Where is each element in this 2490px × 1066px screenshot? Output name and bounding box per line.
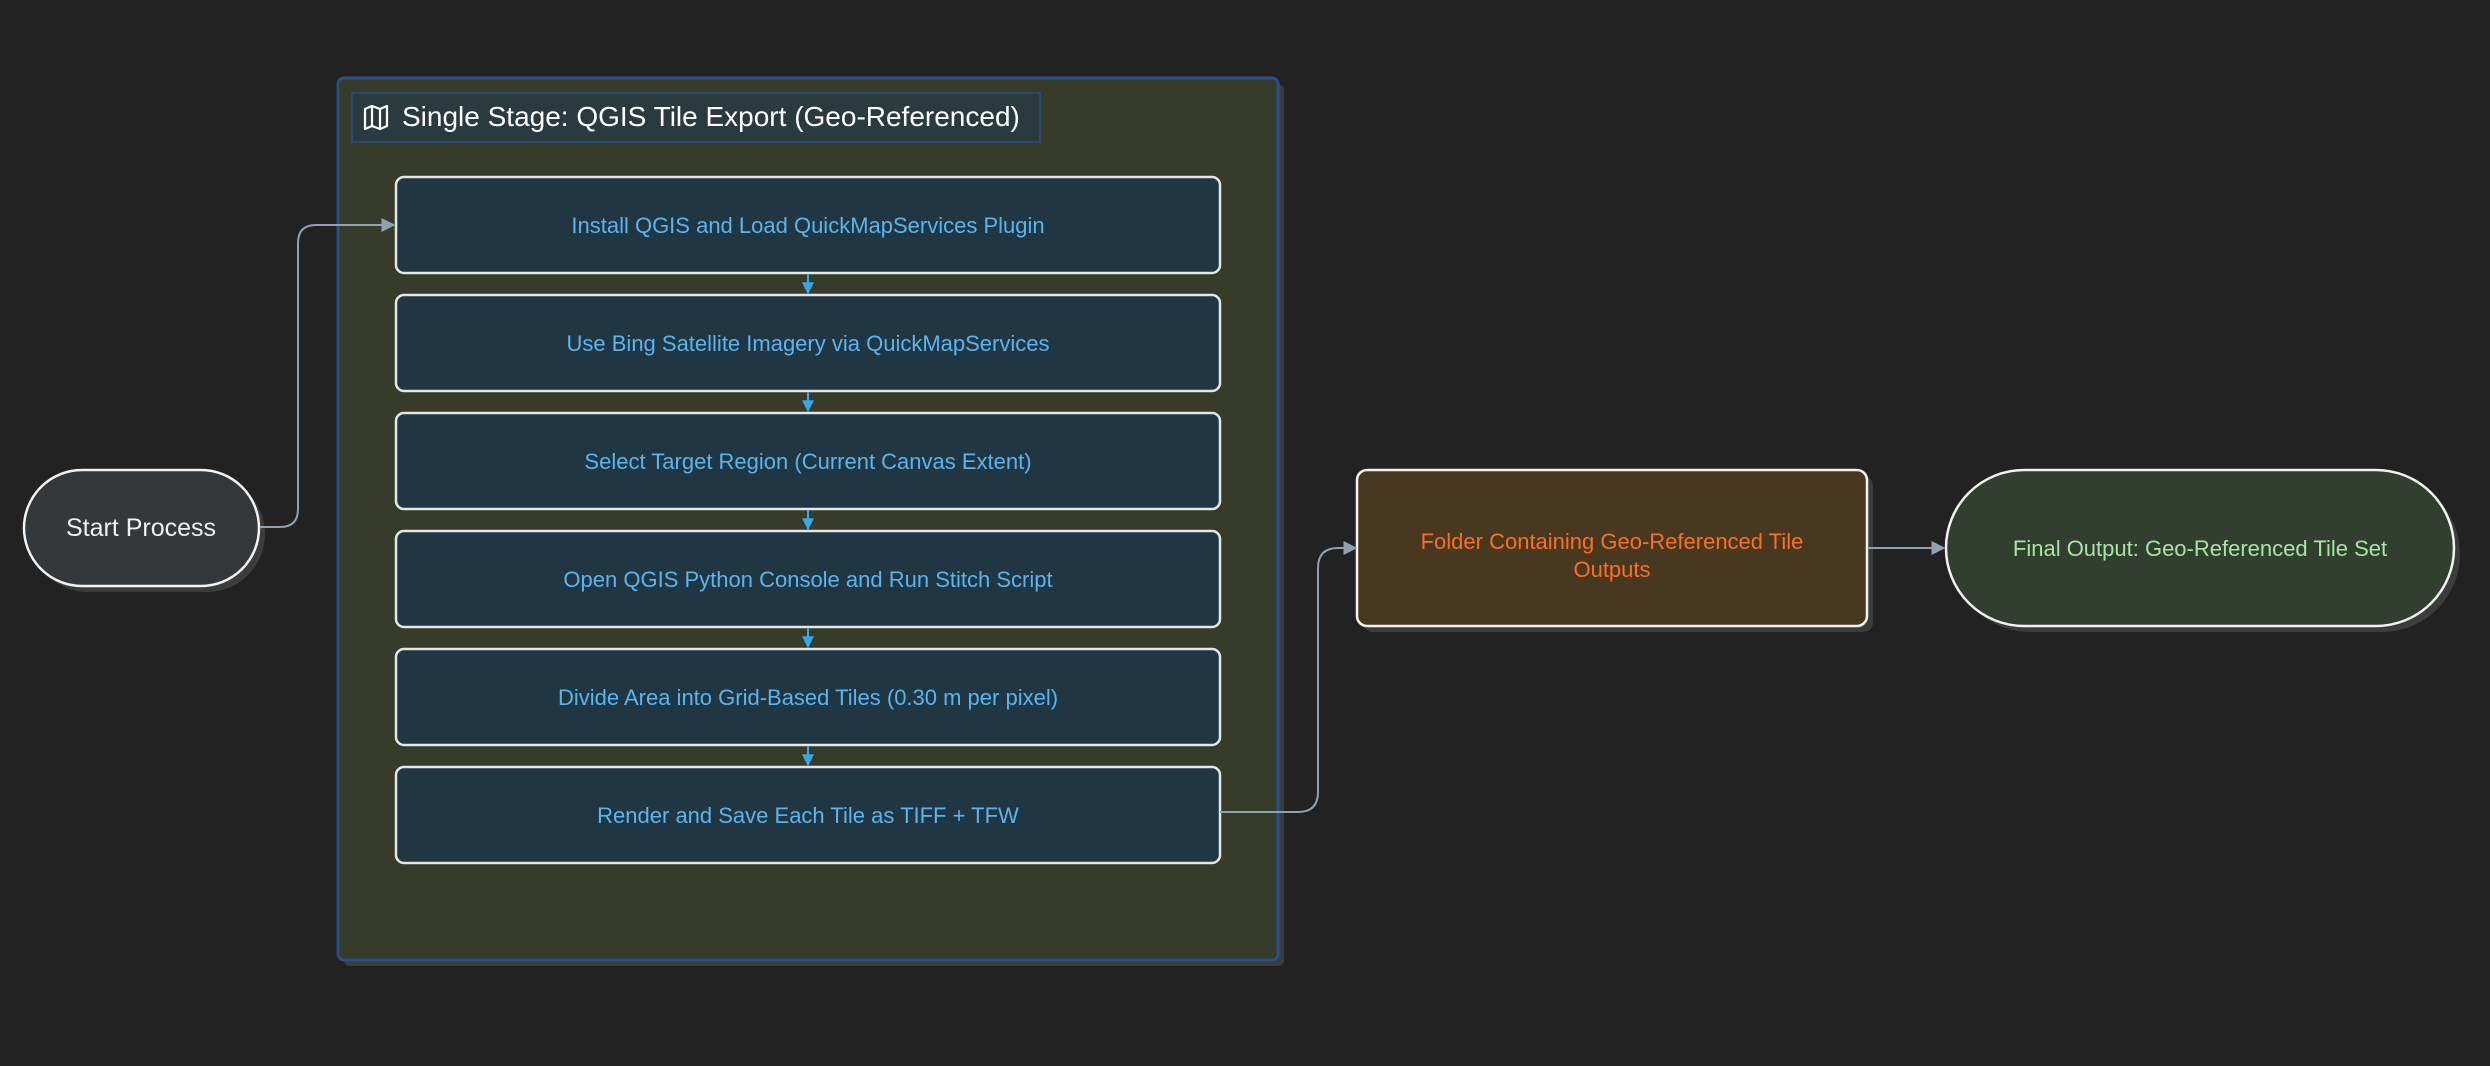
folder-node-label-line2: Outputs	[1573, 557, 1650, 582]
stage-title: Single Stage: QGIS Tile Export (Geo-Refe…	[351, 92, 1041, 143]
step-label-3: Select Target Region (Current Canvas Ext…	[584, 449, 1031, 474]
start-node-label: Start Process	[66, 514, 216, 542]
flowchart-canvas: Single Stage: QGIS Tile Export (Geo-Refe…	[22, 76, 2460, 966]
step-label-2: Use Bing Satellite Imagery via QuickMapS…	[567, 331, 1050, 356]
step-label-1: Install QGIS and Load QuickMapServices P…	[571, 213, 1044, 238]
folder-node-label-line1: Folder Containing Geo-Referenced Tile	[1421, 529, 1804, 554]
step-label-5: Divide Area into Grid-Based Tiles (0.30 …	[558, 685, 1058, 710]
final-output-node[interactable]: Final Output: Geo-Referenced Tile Set	[1944, 468, 2460, 632]
start-node[interactable]: Start Process	[22, 468, 265, 592]
final-output-node-label: Final Output: Geo-Referenced Tile Set	[2013, 536, 2387, 561]
folder-node[interactable]: Folder Containing Geo-Referenced Tile Ou…	[1355, 468, 1873, 632]
stage-title-text: Single Stage: QGIS Tile Export (Geo-Refe…	[402, 101, 1020, 132]
step-label-4: Open QGIS Python Console and Run Stitch …	[563, 567, 1052, 592]
step-label-6: Render and Save Each Tile as TIFF + TFW	[597, 803, 1019, 828]
